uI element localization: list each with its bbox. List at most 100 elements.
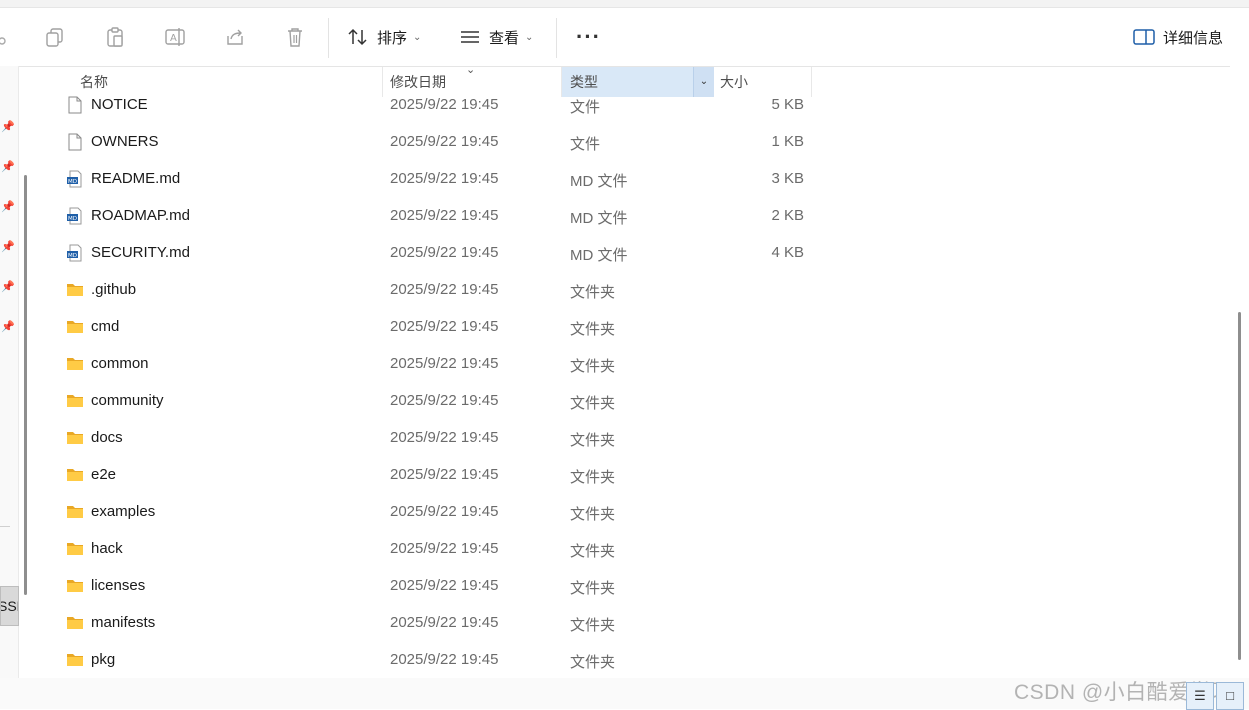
file-name: ROADMAP.md	[91, 207, 190, 224]
file-type: 文件夹	[570, 469, 616, 486]
file-row[interactable]: licenses 2025/9/22 19:45 文件夹	[60, 569, 820, 606]
file-name: OWNERS	[91, 133, 159, 150]
file-date: 2025/9/22 19:45	[390, 318, 499, 335]
file-name: hack	[91, 540, 123, 557]
file-type: 文件	[570, 99, 601, 116]
folder-icon	[66, 466, 84, 482]
file-row[interactable]: pkg 2025/9/22 19:45 文件夹	[60, 643, 820, 680]
sort-icon	[348, 28, 367, 46]
svg-text:MD: MD	[68, 253, 77, 259]
view-label: 查看	[489, 29, 520, 47]
pin-icon: 📌	[1, 321, 15, 333]
nav-scrollbar[interactable]	[24, 175, 27, 595]
folder-icon	[66, 614, 84, 630]
view-button[interactable]: 查看 ⌄	[459, 22, 533, 52]
folder-icon	[66, 577, 84, 593]
md-file-icon: MD	[66, 207, 84, 225]
svg-text:MD: MD	[68, 179, 77, 185]
command-bar: A 排序 ⌄ 查看 ⌄ ··· 详细信息	[0, 8, 1249, 67]
sort-indicator-icon: ⌄	[466, 64, 476, 76]
file-type: MD 文件	[570, 247, 628, 264]
file-name: licenses	[91, 577, 146, 594]
folder-icon	[66, 651, 84, 667]
file-type: 文件夹	[570, 321, 616, 338]
details-label: 详细信息	[1163, 29, 1224, 47]
file-type: MD 文件	[570, 210, 628, 227]
sort-button[interactable]: 排序 ⌄	[347, 22, 421, 52]
file-type: MD 文件	[570, 173, 628, 190]
rename-icon[interactable]: A	[164, 26, 186, 48]
file-date: 2025/9/22 19:45	[390, 503, 499, 520]
window-top-strip	[0, 0, 1249, 8]
file-type: 文件夹	[570, 432, 616, 449]
file-row[interactable]: manifests 2025/9/22 19:45 文件夹	[60, 606, 820, 643]
file-name: cmd	[91, 318, 120, 335]
view-icon	[461, 31, 479, 43]
file-row[interactable]: MD ROADMAP.md 2025/9/22 19:45 MD 文件 2 KB	[60, 199, 820, 236]
file-type: 文件夹	[570, 617, 616, 634]
file-row[interactable]: e2e 2025/9/22 19:45 文件夹	[60, 458, 820, 495]
file-type: 文件夹	[570, 506, 616, 523]
file-row[interactable]: MD SECURITY.md 2025/9/22 19:45 MD 文件 4 KB	[60, 236, 820, 273]
file-date: 2025/9/22 19:45	[390, 466, 499, 483]
file-name: examples	[91, 503, 156, 520]
file-type: 文件夹	[570, 580, 616, 597]
file-name: NOTICE	[91, 96, 148, 113]
file-type: 文件	[570, 136, 601, 153]
share-icon[interactable]	[224, 26, 246, 48]
file-name: common	[91, 355, 149, 372]
folder-icon	[66, 540, 84, 556]
md-file-icon: MD	[66, 170, 84, 188]
folder-icon	[66, 355, 84, 371]
paste-icon[interactable]	[104, 26, 126, 48]
file-row[interactable]: NOTICE 2025/9/22 19:45 文件 5 KB	[60, 88, 820, 125]
details-pane-button[interactable]: 详细信息	[1133, 22, 1223, 52]
drive-tab-label: SSD	[1, 598, 18, 614]
file-row[interactable]: examples 2025/9/22 19:45 文件夹	[60, 495, 820, 532]
md-file-icon: MD	[66, 244, 84, 262]
details-pane-icon	[1133, 29, 1155, 45]
large-icons-view-toggle[interactable]: □	[1216, 682, 1244, 710]
chevron-down-icon: ⌄	[413, 31, 422, 43]
pin-icon: 📌	[1, 201, 15, 213]
file-date: 2025/9/22 19:45	[390, 614, 499, 631]
file-name: docs	[91, 429, 123, 446]
file-type: 文件夹	[570, 284, 616, 301]
details-view-toggle[interactable]: ☰	[1186, 682, 1214, 710]
drive-tab[interactable]: SSD	[0, 586, 19, 626]
pin-icon: 📌	[1, 161, 15, 173]
file-type: 文件夹	[570, 395, 616, 412]
file-size: 3 KB	[771, 170, 804, 187]
folder-icon	[66, 281, 84, 297]
copy-icon[interactable]	[44, 26, 66, 48]
file-date: 2025/9/22 19:45	[390, 651, 499, 668]
delete-icon[interactable]	[284, 26, 306, 48]
file-row[interactable]: OWNERS 2025/9/22 19:45 文件 1 KB	[60, 125, 820, 162]
file-row[interactable]: hack 2025/9/22 19:45 文件夹	[60, 532, 820, 569]
file-row[interactable]: community 2025/9/22 19:45 文件夹	[60, 384, 820, 421]
divider	[0, 526, 10, 527]
file-date: 2025/9/22 19:45	[390, 429, 499, 446]
file-type: 文件夹	[570, 654, 616, 671]
file-name: README.md	[91, 170, 181, 187]
file-row[interactable]: MD README.md 2025/9/22 19:45 MD 文件 3 KB	[60, 162, 820, 199]
file-date: 2025/9/22 19:45	[390, 355, 499, 372]
file-row[interactable]: .github 2025/9/22 19:45 文件夹	[60, 273, 820, 310]
file-name: manifests	[91, 614, 156, 631]
file-row[interactable]: common 2025/9/22 19:45 文件夹	[60, 347, 820, 384]
file-size: 5 KB	[771, 96, 804, 113]
svg-text:A: A	[170, 33, 177, 44]
svg-text:MD: MD	[68, 216, 77, 222]
file-row[interactable]: docs 2025/9/22 19:45 文件夹	[60, 421, 820, 458]
folder-icon	[66, 318, 84, 334]
content-scrollbar[interactable]	[1238, 312, 1241, 660]
file-date: 2025/9/22 19:45	[390, 96, 499, 113]
file-size: 2 KB	[771, 207, 804, 224]
cut-icon[interactable]	[0, 26, 10, 48]
file-row[interactable]: cmd 2025/9/22 19:45 文件夹	[60, 310, 820, 347]
file-icon	[66, 96, 84, 114]
sort-label: 排序	[377, 29, 408, 47]
chevron-down-icon: ⌄	[525, 31, 534, 43]
file-icon	[66, 133, 84, 151]
more-options-icon[interactable]: ···	[576, 26, 601, 48]
